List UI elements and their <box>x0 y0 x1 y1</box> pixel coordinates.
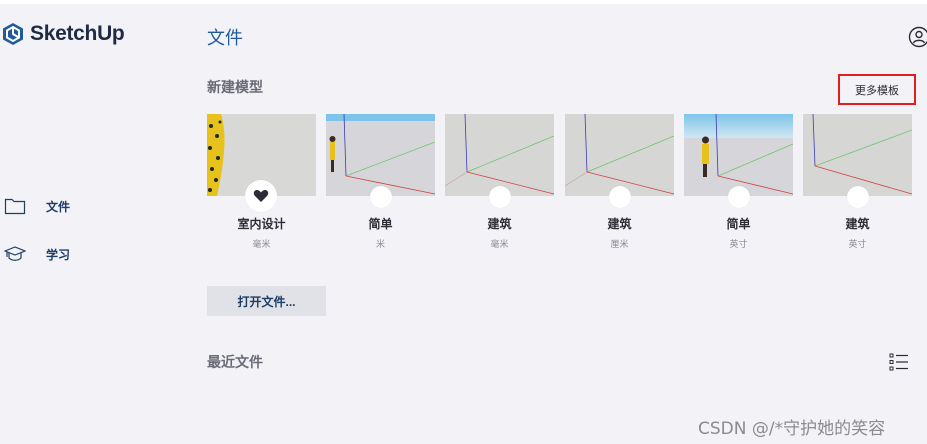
user-account-icon <box>908 26 927 48</box>
list-view-icon <box>889 353 908 371</box>
favorite-button[interactable] <box>489 186 511 208</box>
recent-files-heading: 最近文件 <box>207 355 263 371</box>
template-name: 简单 <box>368 217 393 231</box>
template-card-architecture-inch[interactable]: 建筑 英寸 <box>803 114 912 250</box>
page-title: 文件 <box>207 28 243 49</box>
template-card-simple-inch[interactable]: 简单 英寸 <box>684 114 793 250</box>
template-thumbnail <box>803 114 912 196</box>
favorite-button[interactable] <box>370 186 392 208</box>
list-view-toggle[interactable] <box>889 352 909 376</box>
template-thumbnail <box>565 114 674 196</box>
simple-preview-image <box>326 114 435 196</box>
architecture-preview-image <box>803 114 912 196</box>
template-card-architecture-cm[interactable]: 建筑 厘米 <box>565 114 674 250</box>
template-unit: 米 <box>375 240 385 250</box>
template-card-interior[interactable]: 室内设计 毫米 <box>207 114 316 250</box>
user-account-button[interactable] <box>908 26 927 52</box>
favorite-button[interactable] <box>847 186 869 208</box>
template-unit: 毫米 <box>252 240 271 250</box>
architecture-preview-image <box>445 114 554 196</box>
more-templates-link[interactable]: 更多模板 <box>838 74 916 105</box>
template-thumbnail <box>445 114 554 196</box>
app-window: SketchUp 文件 学习 文件 新建模型 更多模板 室内设计 毫米 简单 米… <box>0 4 927 444</box>
template-unit: 毫米 <box>490 240 509 250</box>
open-file-button[interactable]: 打开文件... <box>207 286 326 316</box>
watermark: CSDN @/*守护她的笑容 <box>698 419 886 439</box>
template-card-simple-meter[interactable]: 简单 米 <box>326 114 435 250</box>
favorite-button[interactable] <box>728 186 750 208</box>
sketchup-logo: SketchUp <box>2 22 125 46</box>
app-name: SketchUp <box>30 22 125 45</box>
new-model-heading: 新建模型 <box>207 80 263 96</box>
template-card-architecture-mm[interactable]: 建筑 毫米 <box>445 114 554 250</box>
template-name: 简单 <box>726 217 751 231</box>
template-name: 建筑 <box>607 217 632 231</box>
template-unit: 英寸 <box>848 240 867 250</box>
sketchup-logo-icon <box>3 23 23 45</box>
template-thumbnail <box>684 114 793 196</box>
simple-preview-image <box>684 114 793 196</box>
sidebar-item-label: 学习 <box>46 247 71 262</box>
sidebar-item-learn[interactable]: 学习 <box>4 245 70 263</box>
sidebar-item-label: 文件 <box>46 199 71 214</box>
template-name: 室内设计 <box>237 217 286 231</box>
template-name: 建筑 <box>487 217 512 231</box>
template-unit: 厘米 <box>610 240 629 250</box>
favorite-button[interactable] <box>245 180 277 212</box>
architecture-preview-image <box>565 114 674 196</box>
template-unit: 英寸 <box>729 240 748 250</box>
sidebar-item-files[interactable]: 文件 <box>4 197 70 215</box>
favorite-button[interactable] <box>609 186 631 208</box>
graduation-cap-icon <box>4 246 26 261</box>
heart-icon <box>253 189 269 202</box>
template-thumbnail <box>326 114 435 196</box>
folder-icon <box>4 198 26 215</box>
template-name: 建筑 <box>845 217 870 231</box>
